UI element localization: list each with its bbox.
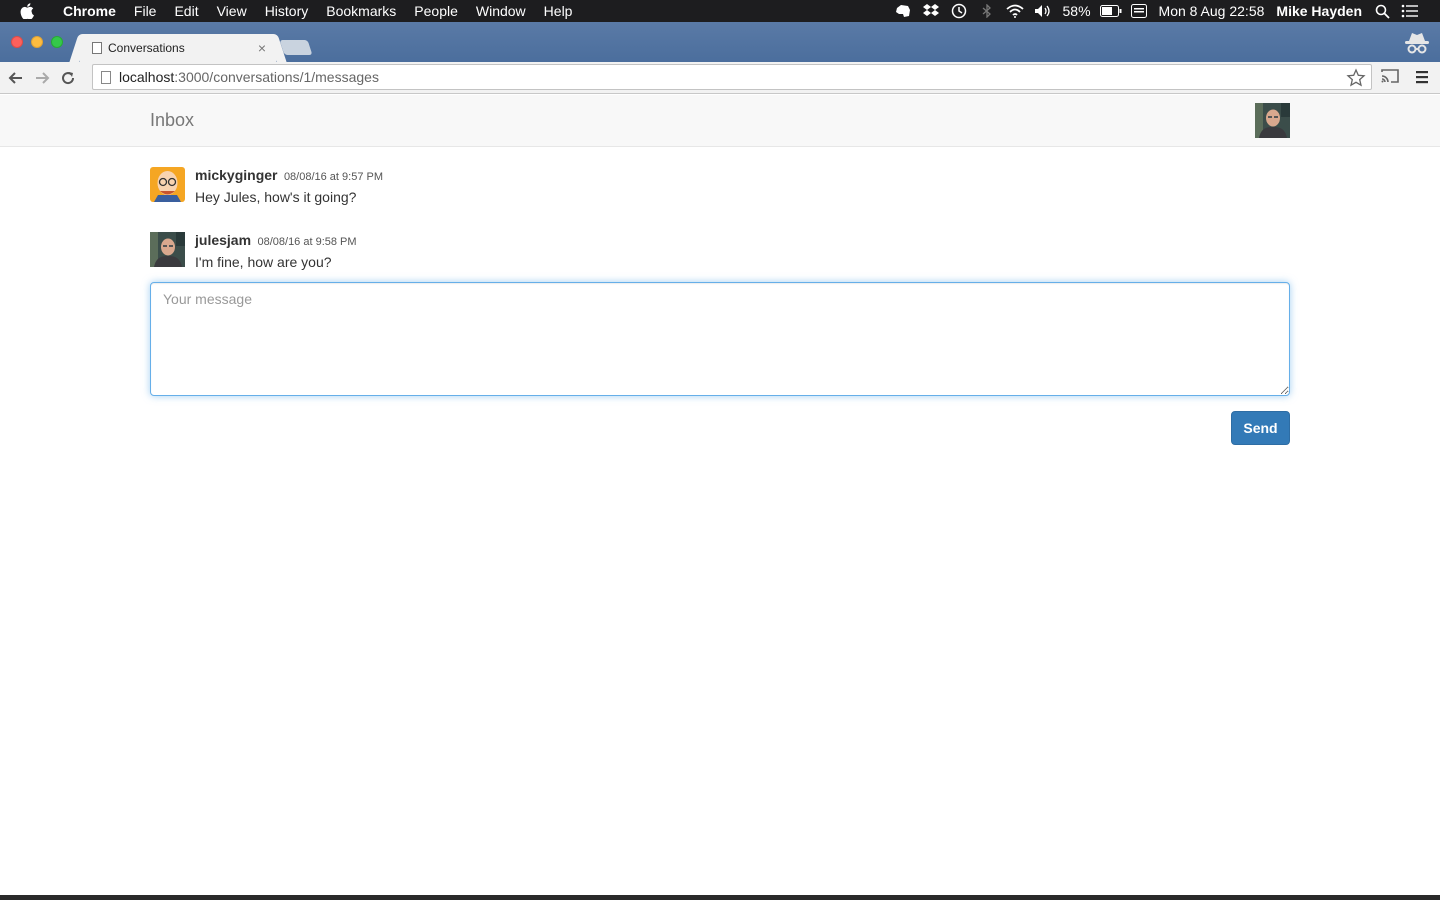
menu-bar-clock[interactable]: Mon 8 Aug 22:58 [1153, 0, 1271, 22]
message-item: mickyginger 08/08/16 at 9:57 PM Hey Jule… [150, 167, 1290, 232]
window-close-button[interactable] [11, 36, 23, 48]
tab-close-icon[interactable]: × [258, 40, 266, 56]
apple-logo-icon[interactable] [0, 3, 54, 19]
window-bottom-edge [0, 895, 1440, 900]
battery-icon[interactable] [1099, 0, 1122, 22]
back-arrow-icon[interactable] [6, 68, 26, 88]
message-body: Hey Jules, how's it going? [195, 189, 357, 205]
macos-menu-bar: Chrome File Edit View History Bookmarks … [0, 0, 1440, 22]
battery-percent: 58% [1062, 3, 1091, 19]
browser-menu-icon[interactable] [1414, 69, 1430, 90]
browser-toolbar: localhost:3000/conversations/1/messages [0, 62, 1440, 94]
message-body: I'm fine, how are you? [195, 254, 332, 270]
menu-bar-right: 58% Mon 8 Aug 22:58 Mike Hayden [889, 0, 1440, 22]
reload-icon[interactable] [58, 68, 78, 88]
message-input[interactable] [150, 282, 1290, 396]
menu-bar-user-name[interactable]: Mike Hayden [1270, 0, 1368, 22]
bluetooth-icon[interactable] [976, 0, 998, 22]
window-fullscreen-button[interactable] [51, 36, 63, 48]
cast-icon[interactable] [1380, 68, 1400, 89]
message-username: mickyginger [195, 167, 278, 183]
menu-file[interactable]: File [125, 0, 166, 22]
menu-window[interactable]: Window [467, 0, 535, 22]
menu-app-chrome[interactable]: Chrome [54, 0, 125, 22]
keyboard-icon[interactable] [1128, 0, 1150, 22]
dropbox-icon[interactable] [920, 0, 942, 22]
browser-tab-active[interactable]: Conversations × [80, 34, 276, 62]
user-avatar [150, 232, 185, 267]
user-avatar [150, 167, 185, 202]
send-button[interactable]: Send [1231, 411, 1290, 445]
menu-view[interactable]: View [208, 0, 256, 22]
window-controls [11, 36, 63, 48]
message-list: mickyginger 08/08/16 at 9:57 PM Hey Jule… [150, 167, 1290, 297]
volume-icon[interactable] [1032, 0, 1054, 22]
window-minimize-button[interactable] [31, 36, 43, 48]
message-header: julesjam 08/08/16 at 9:58 PM [195, 232, 357, 250]
message-username: julesjam [195, 232, 252, 248]
message-timestamp: 08/08/16 at 9:58 PM [257, 236, 357, 248]
page-info-icon[interactable] [101, 70, 111, 84]
new-tab-button[interactable] [279, 40, 313, 55]
notification-center-icon[interactable] [1399, 0, 1421, 22]
menu-bookmarks[interactable]: Bookmarks [317, 0, 405, 22]
browser-tab-strip: Conversations × [0, 22, 1440, 62]
current-user-avatar[interactable] [1255, 103, 1290, 138]
evernote-icon[interactable] [892, 0, 914, 22]
url-path: :3000/conversations/1/messages [174, 69, 379, 85]
menu-bar-left: Chrome File Edit View History Bookmarks … [0, 0, 581, 22]
navbar-brand-inbox[interactable]: Inbox [150, 110, 194, 131]
time-machine-icon[interactable] [948, 0, 970, 22]
message-timestamp: 08/08/16 at 9:57 PM [283, 171, 384, 183]
tab-title: Conversations [108, 41, 185, 55]
page-icon [92, 42, 102, 54]
url-host: localhost [119, 69, 175, 85]
forward-arrow-icon[interactable] [32, 68, 52, 88]
wifi-icon[interactable] [1004, 0, 1026, 22]
menu-help[interactable]: Help [535, 0, 582, 22]
menu-people[interactable]: People [405, 0, 467, 22]
app-navbar: Inbox [0, 95, 1440, 147]
message-header: mickyginger 08/08/16 at 9:57 PM [195, 167, 383, 185]
spotlight-icon[interactable] [1371, 0, 1393, 22]
address-bar[interactable]: localhost:3000/conversations/1/messages [92, 64, 1372, 90]
incognito-icon [1402, 28, 1432, 58]
menu-edit[interactable]: Edit [165, 0, 207, 22]
menu-history[interactable]: History [256, 0, 318, 22]
bookmark-star-icon[interactable] [1346, 68, 1366, 91]
